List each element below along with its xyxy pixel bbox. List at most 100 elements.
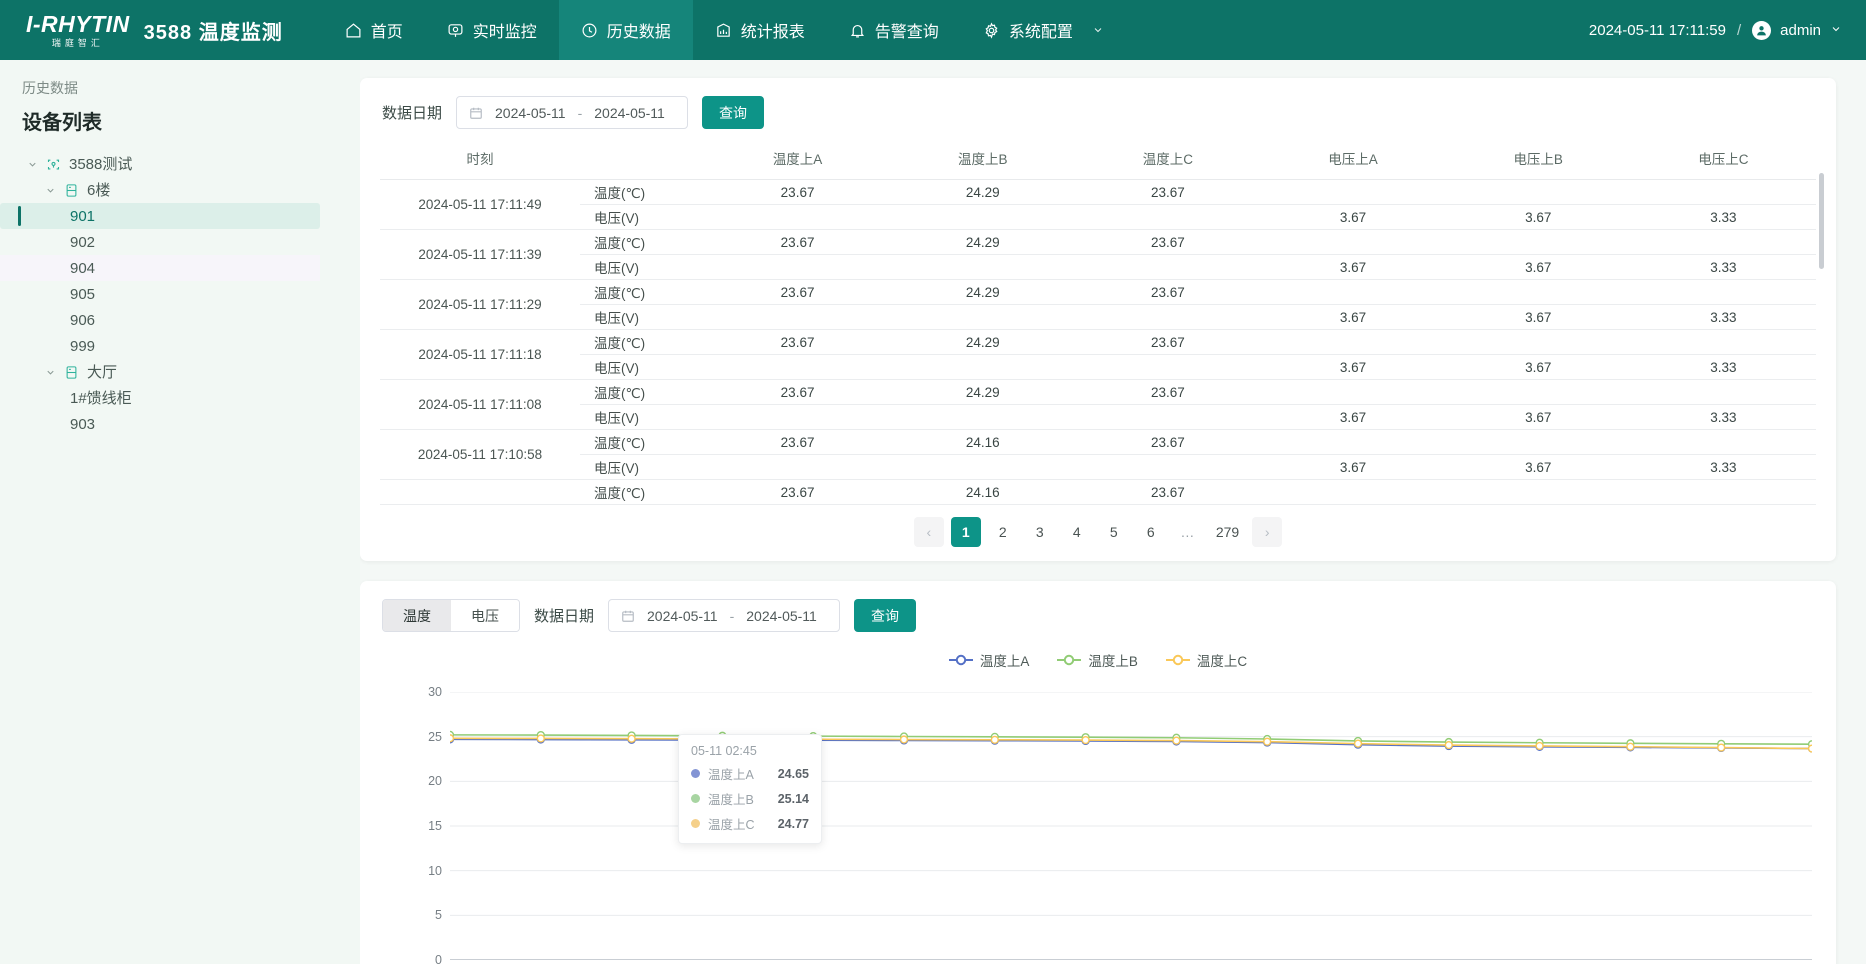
chart-data-point[interactable] [1445, 742, 1452, 749]
column-header-time[interactable]: 时刻 [380, 139, 580, 180]
row-metric-temperature: 温度(℃) [580, 430, 705, 455]
chart-y-tick-label: 5 [435, 908, 442, 922]
legend-item-温度上C[interactable]: 温度上C [1166, 650, 1247, 670]
cell-empty [1446, 330, 1631, 355]
table-row[interactable]: 电压(V)3.673.673.33 [380, 255, 1816, 280]
table-row[interactable]: 2024-05-11 17:11:29温度(℃)23.6724.2923.67 [380, 280, 1816, 305]
table-row[interactable]: 温度(℃)23.6724.1623.67 [380, 480, 1816, 505]
nav-item-settings[interactable]: 系统配置 [961, 0, 1126, 60]
chart-data-point[interactable] [628, 735, 635, 742]
tree-node-906[interactable]: 906 [0, 307, 360, 333]
chart-data-point[interactable] [1264, 738, 1271, 745]
chart-data-point[interactable] [1536, 743, 1543, 750]
column-header-temp-b[interactable]: 温度上B [890, 139, 1075, 180]
tree-node-904[interactable]: 904 [0, 255, 320, 281]
column-header-temp-c[interactable]: 温度上C [1075, 139, 1260, 180]
tree-node-905[interactable]: 905 [0, 281, 360, 307]
tree-node-901[interactable]: 901 [0, 203, 320, 229]
pagination-page-3[interactable]: 3 [1025, 517, 1055, 547]
current-datetime: 2024-05-11 17:11:59 [1589, 22, 1726, 39]
cell-temp: 23.67 [1075, 380, 1260, 405]
chart-data-point[interactable] [450, 735, 453, 742]
nav-item-history[interactable]: 历史数据 [559, 0, 693, 60]
chevron-down-icon[interactable] [44, 366, 56, 378]
table-scrollbar[interactable] [1819, 173, 1824, 435]
chart-data-point[interactable] [1627, 743, 1634, 750]
column-header-temp-a[interactable]: 温度上A [705, 139, 890, 180]
segment-temperature[interactable]: 温度 [383, 600, 451, 631]
legend-item-温度上B[interactable]: 温度上B [1057, 650, 1138, 670]
pagination-page-279[interactable]: 279 [1210, 517, 1245, 547]
chevron-down-icon[interactable] [1092, 24, 1104, 36]
table-row[interactable]: 电压(V)3.673.673.33 [380, 405, 1816, 430]
table-row[interactable]: 电压(V)3.673.673.33 [380, 305, 1816, 330]
table-row[interactable]: 2024-05-11 17:11:08温度(℃)23.6724.2923.67 [380, 380, 1816, 405]
chevron-down-icon[interactable] [1830, 22, 1842, 39]
pagination-page-2[interactable]: 2 [988, 517, 1018, 547]
chart-data-point[interactable] [1718, 744, 1725, 751]
table-row[interactable]: 2024-05-11 17:11:49温度(℃)23.6724.2923.67 [380, 180, 1816, 205]
username[interactable]: admin [1780, 22, 1821, 39]
table-search-button[interactable]: 查询 [702, 96, 764, 129]
chart-search-button[interactable]: 查询 [854, 599, 916, 632]
pagination-prev[interactable]: ‹ [914, 517, 944, 547]
table-row[interactable]: 2024-05-11 17:11:18温度(℃)23.6724.2923.67 [380, 330, 1816, 355]
pagination-page-6[interactable]: 6 [1136, 517, 1166, 547]
chevron-down-icon[interactable] [26, 158, 38, 170]
chart-y-tick-label: 30 [428, 685, 442, 699]
table-row[interactable]: 2024-05-11 17:10:58温度(℃)23.6724.1623.67 [380, 430, 1816, 455]
cell-volt: 3.67 [1446, 305, 1631, 330]
row-metric-voltage: 电压(V) [580, 355, 705, 380]
table-row[interactable]: 电压(V)3.673.673.33 [380, 205, 1816, 230]
tree-node-label: 903 [70, 417, 95, 432]
nav-item-home[interactable]: 首页 [323, 0, 425, 60]
cell-temp: 23.67 [705, 230, 890, 255]
chart-data-point[interactable] [1809, 745, 1812, 752]
nav-item-reports[interactable]: 统计报表 [693, 0, 827, 60]
chevron-down-icon[interactable] [44, 184, 56, 196]
chart-data-point[interactable] [901, 736, 908, 743]
pagination-page-1[interactable]: 1 [951, 517, 981, 547]
legend-item-温度上A[interactable]: 温度上A [949, 650, 1030, 670]
pagination-page-5[interactable]: 5 [1099, 517, 1129, 547]
table-body: 2024-05-11 17:11:49温度(℃)23.6724.2923.67电… [380, 180, 1816, 505]
tree-node-903[interactable]: 903 [0, 411, 360, 437]
pagination-next[interactable]: › [1252, 517, 1282, 547]
legend-label: 温度上C [1197, 650, 1247, 670]
table-row[interactable]: 2024-05-11 17:11:39温度(℃)23.6724.2923.67 [380, 230, 1816, 255]
cell-volt: 3.67 [1260, 355, 1445, 380]
date-end-value: 2024-05-11 [746, 608, 817, 624]
column-header-volt-b[interactable]: 电压上B [1446, 139, 1631, 180]
segment-voltage[interactable]: 电压 [451, 600, 519, 631]
chart-data-point[interactable] [1355, 740, 1362, 747]
chart-data-point[interactable] [537, 735, 544, 742]
cell-temp: 23.67 [1075, 180, 1260, 205]
logo-main-text: I-RHYTIN [26, 13, 130, 36]
tree-node-3588测试[interactable]: 3588测试 [0, 151, 360, 177]
tooltip-title: 05-11 02:45 [691, 744, 809, 758]
cell-empty [1075, 205, 1260, 230]
table-scrollbar-thumb[interactable] [1819, 173, 1824, 269]
date-range-label: 数据日期 [382, 102, 442, 123]
column-header-volt-c[interactable]: 电压上C [1631, 139, 1816, 180]
tree-node-999[interactable]: 999 [0, 333, 360, 359]
pagination-ellipsis[interactable]: … [1173, 517, 1203, 547]
table-row[interactable]: 电压(V)3.673.673.33 [380, 455, 1816, 480]
tree-node-1#馈线柜[interactable]: 1#馈线柜 [0, 385, 360, 411]
tree-node-902[interactable]: 902 [0, 229, 360, 255]
table-date-range-picker[interactable]: 2024-05-11 - 2024-05-11 [456, 96, 688, 129]
pagination-page-4[interactable]: 4 [1062, 517, 1092, 547]
nav-item-realtime[interactable]: 实时监控 [425, 0, 559, 60]
pagination: ‹123456…279› [360, 505, 1836, 561]
cell-temp: 24.16 [890, 430, 1075, 455]
column-header-volt-a[interactable]: 电压上A [1260, 139, 1445, 180]
chart-data-point[interactable] [991, 736, 998, 743]
tree-node-6楼[interactable]: 6楼 [0, 177, 360, 203]
nav-item-alarms[interactable]: 告警查询 [827, 0, 961, 60]
chart-date-range-picker[interactable]: 2024-05-11 - 2024-05-11 [608, 599, 840, 632]
chart-plot-area: 05-11 02:45 温度上A24.65温度上B25.14温度上C24.77 … [450, 692, 1812, 960]
chart-data-point[interactable] [1173, 737, 1180, 744]
table-row[interactable]: 电压(V)3.673.673.33 [380, 355, 1816, 380]
chart-data-point[interactable] [1082, 737, 1089, 744]
tree-node-大厅[interactable]: 大厅 [0, 359, 360, 385]
